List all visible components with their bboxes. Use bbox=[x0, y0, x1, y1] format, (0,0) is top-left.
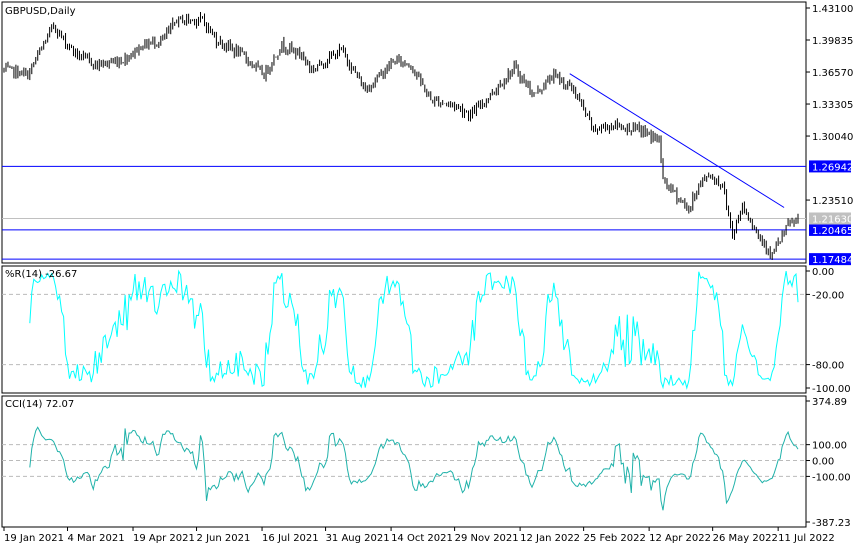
date-label: 16 Jul 2021 bbox=[262, 533, 319, 544]
date-label: 19 Jan 2021 bbox=[4, 533, 64, 544]
price-line-label: 1.21630 bbox=[812, 214, 853, 225]
date-label: 29 Nov 2021 bbox=[455, 533, 519, 544]
date-label: 31 Aug 2021 bbox=[326, 533, 390, 544]
indicator-label: %R(14) -26.67 bbox=[5, 269, 77, 280]
indicator-tick-label: 374.89 bbox=[812, 397, 847, 408]
indicator-tick-label: 0.00 bbox=[812, 457, 834, 468]
indicator-tick-label: -20.00 bbox=[812, 290, 844, 301]
price-line-label: 1.20465 bbox=[812, 226, 853, 237]
indicator-tick-label: -80.00 bbox=[812, 361, 844, 372]
date-label: 14 Oct 2021 bbox=[391, 533, 453, 544]
date-label: 12 Apr 2022 bbox=[649, 533, 711, 544]
date-label: 4 Mar 2021 bbox=[68, 533, 125, 544]
indicator-label: CCI(14) 72.07 bbox=[5, 399, 74, 410]
price-tick-label: 1.43100 bbox=[812, 4, 853, 15]
cci-panel bbox=[1, 395, 807, 528]
indicator-tick-label: 0.00 bbox=[812, 267, 834, 278]
indicator-tick-label: 100.00 bbox=[812, 441, 847, 452]
price-panel bbox=[1, 1, 807, 264]
indicator-tick-label: -387.23 bbox=[812, 518, 851, 529]
chart: GBPUSD,Daily 1.43100 1.39835 1.36570 1.33305… bbox=[1, 1, 853, 544]
price-tick-label: 1.33305 bbox=[812, 100, 853, 111]
date-label: 12 Jan 2022 bbox=[520, 533, 580, 544]
date-label: 25 Feb 2022 bbox=[584, 533, 646, 544]
chart-title: GBPUSD,Daily bbox=[5, 6, 76, 17]
date-label: 2 Jun 2021 bbox=[197, 533, 251, 544]
indicator-tick-label: -100.00 bbox=[812, 472, 851, 483]
price-line-label: 1.17484 bbox=[812, 255, 853, 266]
price-tick-label: 1.39835 bbox=[812, 36, 853, 47]
indicator-tick-label: -100.00 bbox=[812, 384, 851, 395]
date-label: 19 Apr 2021 bbox=[133, 533, 195, 544]
date-label: 11 Jul 2022 bbox=[778, 533, 835, 544]
price-tick-label: 1.36570 bbox=[812, 68, 853, 79]
price-line-label: 1.26942 bbox=[812, 162, 853, 173]
williams-r-panel bbox=[1, 265, 807, 394]
price-tick-label: 1.23510 bbox=[812, 196, 853, 207]
price-tick-label: 1.30040 bbox=[812, 132, 853, 143]
date-label: 26 May 2022 bbox=[713, 533, 778, 544]
